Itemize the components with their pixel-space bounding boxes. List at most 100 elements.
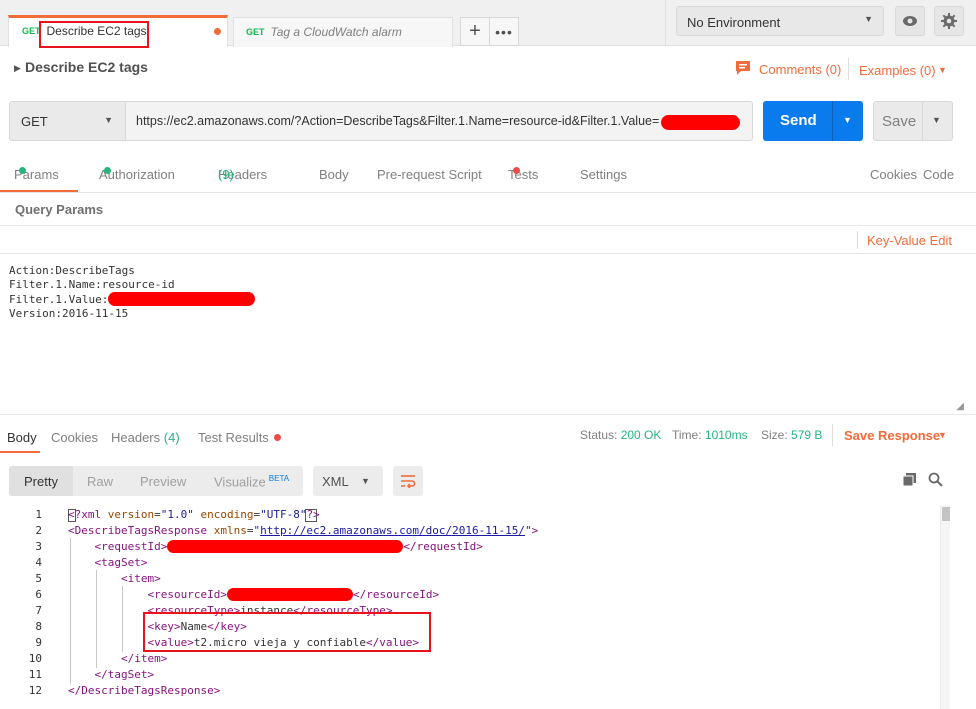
time-label: Time: [672,428,702,442]
divider [848,58,849,80]
param-line: Action:DescribeTags [9,264,135,277]
unsaved-dot-icon [214,28,221,35]
url-text: https://ec2.amazonaws.com/?Action=Descri… [136,114,660,128]
line-number: 1 [35,508,42,521]
view-label: Pretty [24,474,58,489]
request-title[interactable]: Describe EC2 tags [25,59,148,75]
response-tab-test-results[interactable]: Test Results [198,430,281,445]
xml-namespace-link[interactable]: http://ec2.amazonaws.com/doc/2016-11-15/ [260,524,525,537]
chevron-down-icon[interactable]: ▼ [932,115,941,125]
copy-icon[interactable] [902,472,917,487]
chevron-down-icon: ▼ [864,14,873,24]
code-line: </item> [120,652,168,665]
line-number: 2 [35,524,42,537]
chevron-down-icon[interactable]: ▼ [938,430,947,440]
code-link[interactable]: Code [923,167,954,182]
divider [0,225,976,226]
save-label: Save [882,113,917,130]
method-select[interactable]: GET ▼ [9,101,126,141]
tab-title: Tag a CloudWatch alarm [270,25,402,39]
line-number: 10 [28,652,42,665]
view-visualize-button[interactable]: Visualize BETA [214,474,289,489]
line-number: 9 [35,636,42,649]
param-line: Version:2016-11-15 [9,307,129,320]
save-button[interactable]: Save ▼ [873,101,953,141]
line-number: 7 [35,604,42,617]
param-text: Filter.1.Value: [9,293,109,306]
chevron-down-icon: ▼ [104,115,113,125]
wrap-lines-button[interactable] [393,466,423,496]
key-value-edit-link[interactable]: Key-Value Edit [867,233,952,248]
param-line: Filter.1.Value: [9,292,256,307]
view-pretty-button[interactable]: Pretty [9,466,73,496]
tab-settings[interactable]: Settings [580,167,627,182]
chevron-down-icon[interactable]: ▼ [843,115,852,125]
status-dot-icon [513,167,520,174]
line-number: 8 [35,620,42,633]
status-dot-icon [104,167,111,174]
response-tab-cookies[interactable]: Cookies [51,430,98,445]
examples-link[interactable]: Examples (0) [859,63,936,78]
tab-body[interactable]: Body [319,167,349,182]
line-number: 4 [35,556,42,569]
divider [832,101,833,141]
plus-icon: + [469,20,481,42]
line-number: 6 [35,588,42,601]
chevron-down-icon[interactable]: ▼ [938,65,947,75]
xml-attr: encoding [200,508,254,521]
redacted-value [167,540,404,553]
size-readout: Size: 579 B [761,428,822,442]
ellipsis-icon: ••• [495,23,513,40]
send-label: Send [780,112,817,129]
divider [665,0,666,46]
bulk-edit-text: Action:DescribeTags Filter.1.Name:resour… [9,264,256,321]
code-line: </DescribeTagsResponse> [68,684,221,697]
environment-select[interactable]: No Environment ▼ [676,6,884,36]
comment-icon[interactable] [735,60,751,76]
editor-scrollbar[interactable] [940,505,950,709]
xml-attr: xmlns [213,524,247,537]
code-line: <tagSet> [94,556,148,569]
time-value: 1010ms [704,428,748,442]
tab-prerequest-script[interactable]: Pre-request Script [377,167,482,182]
divider [922,102,923,140]
headers-count: (9) [218,167,234,182]
tab-label: Test Results [198,430,269,445]
code-line: <requestId> </requestId> [94,540,483,553]
tab-tag-cloudwatch-content: GET Tag a CloudWatch alarm [246,17,402,47]
xml-attr: version [107,508,155,521]
code-line: <?xml version="1.0" encoding="UTF-8"?> [68,508,320,521]
send-button[interactable]: Send ▼ [763,101,863,141]
view-raw-button[interactable]: Raw [87,474,113,489]
view-preview-button[interactable]: Preview [140,474,186,489]
tab-label: Headers [111,430,161,445]
format-select[interactable]: XML ▼ [313,466,383,496]
resize-handle-icon[interactable]: ◢ [956,401,964,412]
status-label: Status: [580,428,618,442]
eye-icon [903,16,917,26]
xml-tag: requestId [101,540,161,553]
url-input[interactable]: https://ec2.amazonaws.com/?Action=Descri… [125,101,753,141]
search-icon[interactable] [928,472,943,487]
caret-right-icon[interactable]: ▶ [14,63,21,74]
xml-tag: DescribeTagsResponse [81,684,214,697]
line-number: 11 [28,668,42,681]
xml-tag: tagSet [107,668,148,681]
comments-link[interactable]: Comments (0) [759,62,841,77]
tab-method: GET [246,27,265,37]
scrollbar-thumb[interactable] [942,507,950,521]
divider [0,192,976,193]
cookies-link[interactable]: Cookies [870,167,917,182]
bulk-edit-textarea[interactable]: Action:DescribeTags Filter.1.Name:resour… [0,254,966,414]
new-tab-button[interactable]: + [460,17,490,46]
time-readout: Time: 1010ms [672,428,748,442]
code-line: <resourceId> </resourceId> [147,588,440,601]
beta-badge: BETA [268,474,290,483]
save-response-button[interactable]: Save Response [844,428,940,443]
tab-method: GET [22,26,41,36]
response-tab-body[interactable]: Body [7,430,37,445]
response-tab-headers[interactable]: Headers (4) [111,430,180,445]
environment-quick-look-button[interactable] [895,6,925,36]
manage-environments-button[interactable] [934,6,964,36]
more-tabs-button[interactable]: ••• [489,17,519,46]
